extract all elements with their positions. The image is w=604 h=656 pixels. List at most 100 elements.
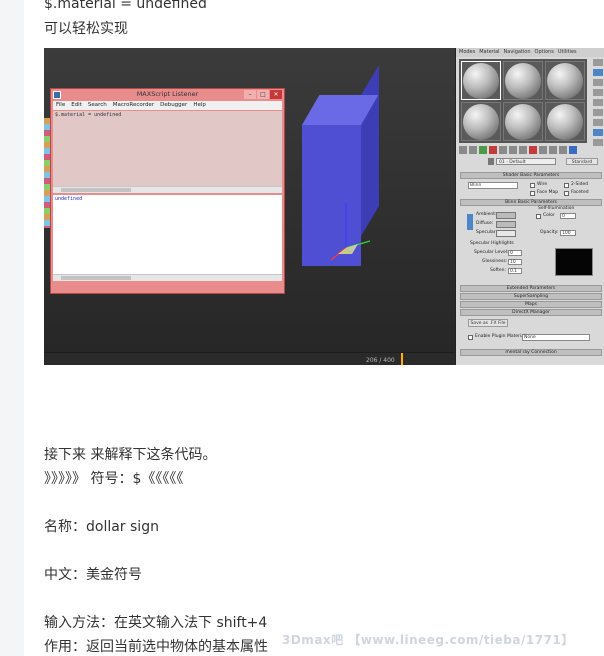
eyedropper-icon[interactable] bbox=[488, 158, 494, 165]
enable-plugin-checkbox[interactable] bbox=[468, 335, 473, 340]
put-to-scene-icon[interactable] bbox=[469, 146, 477, 154]
video-color-check-icon[interactable] bbox=[593, 99, 603, 106]
rollout-blinn-basic[interactable]: Blinn Basic Parameters bbox=[460, 199, 602, 206]
specular-level-field[interactable]: 0 bbox=[508, 250, 522, 256]
sample-slot[interactable] bbox=[545, 61, 585, 100]
lock-icon[interactable] bbox=[467, 214, 473, 230]
uv-tiling-icon[interactable] bbox=[593, 89, 603, 96]
rollout-maps[interactable]: Maps bbox=[460, 301, 602, 308]
menu-debugger[interactable]: Debugger bbox=[160, 101, 187, 110]
two-sided-label: 2-Sided bbox=[571, 182, 589, 187]
diffuse-swatch[interactable] bbox=[496, 221, 516, 228]
menu-options[interactable]: Options bbox=[535, 48, 554, 57]
close-icon[interactable]: ✕ bbox=[270, 90, 282, 99]
menu-help[interactable]: Help bbox=[193, 101, 206, 110]
material-toolbar bbox=[459, 146, 602, 155]
material-navigator-icon[interactable] bbox=[593, 139, 603, 146]
assign-material-icon[interactable] bbox=[479, 146, 487, 154]
wire-checkbox[interactable] bbox=[530, 183, 535, 188]
put-to-library-icon[interactable] bbox=[519, 146, 527, 154]
material-side-toolbar bbox=[593, 59, 603, 146]
time-marker[interactable] bbox=[401, 353, 403, 365]
listener-input-pane[interactable]: $.material = undefined bbox=[53, 111, 282, 193]
diffuse-label: Diffuse: bbox=[476, 221, 494, 226]
enable-plugin-label: Enable Plugin Material bbox=[475, 334, 526, 339]
self-illum-color-checkbox[interactable] bbox=[536, 214, 541, 219]
rollout-extended[interactable]: Extended Parameters bbox=[460, 285, 602, 292]
rollout-shader-basic[interactable]: Shader Basic Parameters bbox=[460, 172, 602, 179]
two-sided-checkbox[interactable] bbox=[564, 183, 569, 188]
material-editor-menubar: Modes Material Navigation Options Utilit… bbox=[456, 48, 604, 57]
input-code: $.material = undefined bbox=[55, 112, 122, 118]
material-type-button[interactable]: Standard bbox=[566, 158, 598, 165]
time-slider[interactable]: 206 / 400 bbox=[44, 352, 455, 365]
reset-map-icon[interactable] bbox=[489, 146, 497, 154]
menu-navigation[interactable]: Navigation bbox=[504, 48, 531, 57]
menu-file[interactable]: File bbox=[56, 101, 65, 110]
input-method-text: 输入方法：在英文输入法下 shift+4 bbox=[44, 615, 268, 631]
material-sphere-icon bbox=[547, 62, 583, 99]
code-line-text: $.material = undefined bbox=[44, 0, 207, 12]
ambient-swatch[interactable] bbox=[496, 212, 516, 219]
minimize-icon[interactable]: – bbox=[244, 90, 256, 99]
material-sphere-icon bbox=[505, 103, 541, 140]
select-by-material-icon[interactable] bbox=[593, 129, 603, 136]
sample-slot[interactable] bbox=[461, 102, 501, 141]
backlight-icon[interactable] bbox=[593, 69, 603, 76]
shader-type-dropdown[interactable]: Blinn bbox=[468, 182, 518, 189]
embedded-3dsmax-screenshot: MAXScript Listener – □ ✕ File Edit Searc… bbox=[44, 48, 604, 365]
frame-counter: 206 / 400 bbox=[366, 357, 395, 364]
rollout-supersampling[interactable]: SuperSampling bbox=[460, 293, 602, 300]
make-unique-icon[interactable] bbox=[509, 146, 517, 154]
go-to-parent-icon[interactable] bbox=[559, 146, 567, 154]
rollout-directx[interactable]: DirectX Manager bbox=[460, 309, 602, 316]
faceted-checkbox[interactable] bbox=[564, 191, 569, 196]
listener-output-pane[interactable]: undefined bbox=[53, 195, 282, 281]
sample-slot[interactable] bbox=[545, 102, 585, 141]
show-end-result-icon[interactable] bbox=[549, 146, 557, 154]
show-map-icon[interactable] bbox=[539, 146, 547, 154]
get-material-icon[interactable] bbox=[459, 146, 467, 154]
output-scrollbar[interactable] bbox=[53, 274, 282, 281]
sample-slots bbox=[459, 59, 587, 143]
copy-material-icon[interactable] bbox=[499, 146, 507, 154]
glossiness-label: Glossiness: bbox=[482, 259, 508, 264]
make-preview-icon[interactable] bbox=[593, 109, 603, 116]
rollout-mentalray[interactable]: mental ray Connection bbox=[460, 349, 602, 356]
name-text: 名称：dollar sign bbox=[44, 519, 159, 535]
sample-slot[interactable] bbox=[461, 61, 501, 100]
menu-search[interactable]: Search bbox=[88, 101, 107, 110]
face-map-checkbox[interactable] bbox=[530, 191, 535, 196]
menu-macrorecorder[interactable]: MacroRecorder bbox=[113, 101, 154, 110]
listener-menubar: File Edit Search MacroRecorder Debugger … bbox=[53, 101, 282, 110]
effect-text: 作用：返回当前选中物体的基本属性 bbox=[44, 639, 268, 655]
material-sphere-icon bbox=[505, 62, 541, 99]
specular-level-label: Specular Level: bbox=[474, 250, 509, 255]
soften-field[interactable]: 0.1 bbox=[508, 268, 522, 274]
material-sphere-icon bbox=[463, 62, 499, 99]
save-fx-button[interactable]: Save as .FX File bbox=[468, 319, 508, 327]
self-illum-color-field[interactable]: 0 bbox=[560, 213, 576, 219]
menu-utilities[interactable]: Utilities bbox=[558, 48, 577, 57]
plugin-dropdown[interactable]: None bbox=[522, 334, 590, 341]
menu-material[interactable]: Material bbox=[479, 48, 499, 57]
options-icon[interactable] bbox=[593, 119, 603, 126]
sample-type-icon[interactable] bbox=[593, 59, 603, 66]
specular-swatch[interactable] bbox=[496, 230, 516, 237]
opacity-field[interactable]: 100 bbox=[560, 230, 576, 236]
sample-slot[interactable] bbox=[503, 102, 543, 141]
ambient-label: Ambient: bbox=[476, 212, 497, 217]
menu-edit[interactable]: Edit bbox=[71, 101, 82, 110]
background-icon[interactable] bbox=[593, 79, 603, 86]
easy-text: 可以轻松实现 bbox=[44, 21, 128, 37]
maximize-icon[interactable]: □ bbox=[257, 90, 269, 99]
sample-slot[interactable] bbox=[503, 61, 543, 100]
menu-modes[interactable]: Modes bbox=[459, 48, 475, 57]
go-forward-sibling-icon[interactable] bbox=[569, 146, 577, 154]
input-scrollbar[interactable] bbox=[53, 186, 282, 193]
glossiness-field[interactable]: 10 bbox=[508, 259, 522, 265]
material-id-icon[interactable] bbox=[529, 146, 537, 154]
color-label: Color bbox=[543, 213, 555, 218]
material-name-field[interactable]: 01 - Default bbox=[496, 158, 556, 165]
symbol-text: 》》》》》 符号：$《《《《《 bbox=[44, 471, 184, 487]
